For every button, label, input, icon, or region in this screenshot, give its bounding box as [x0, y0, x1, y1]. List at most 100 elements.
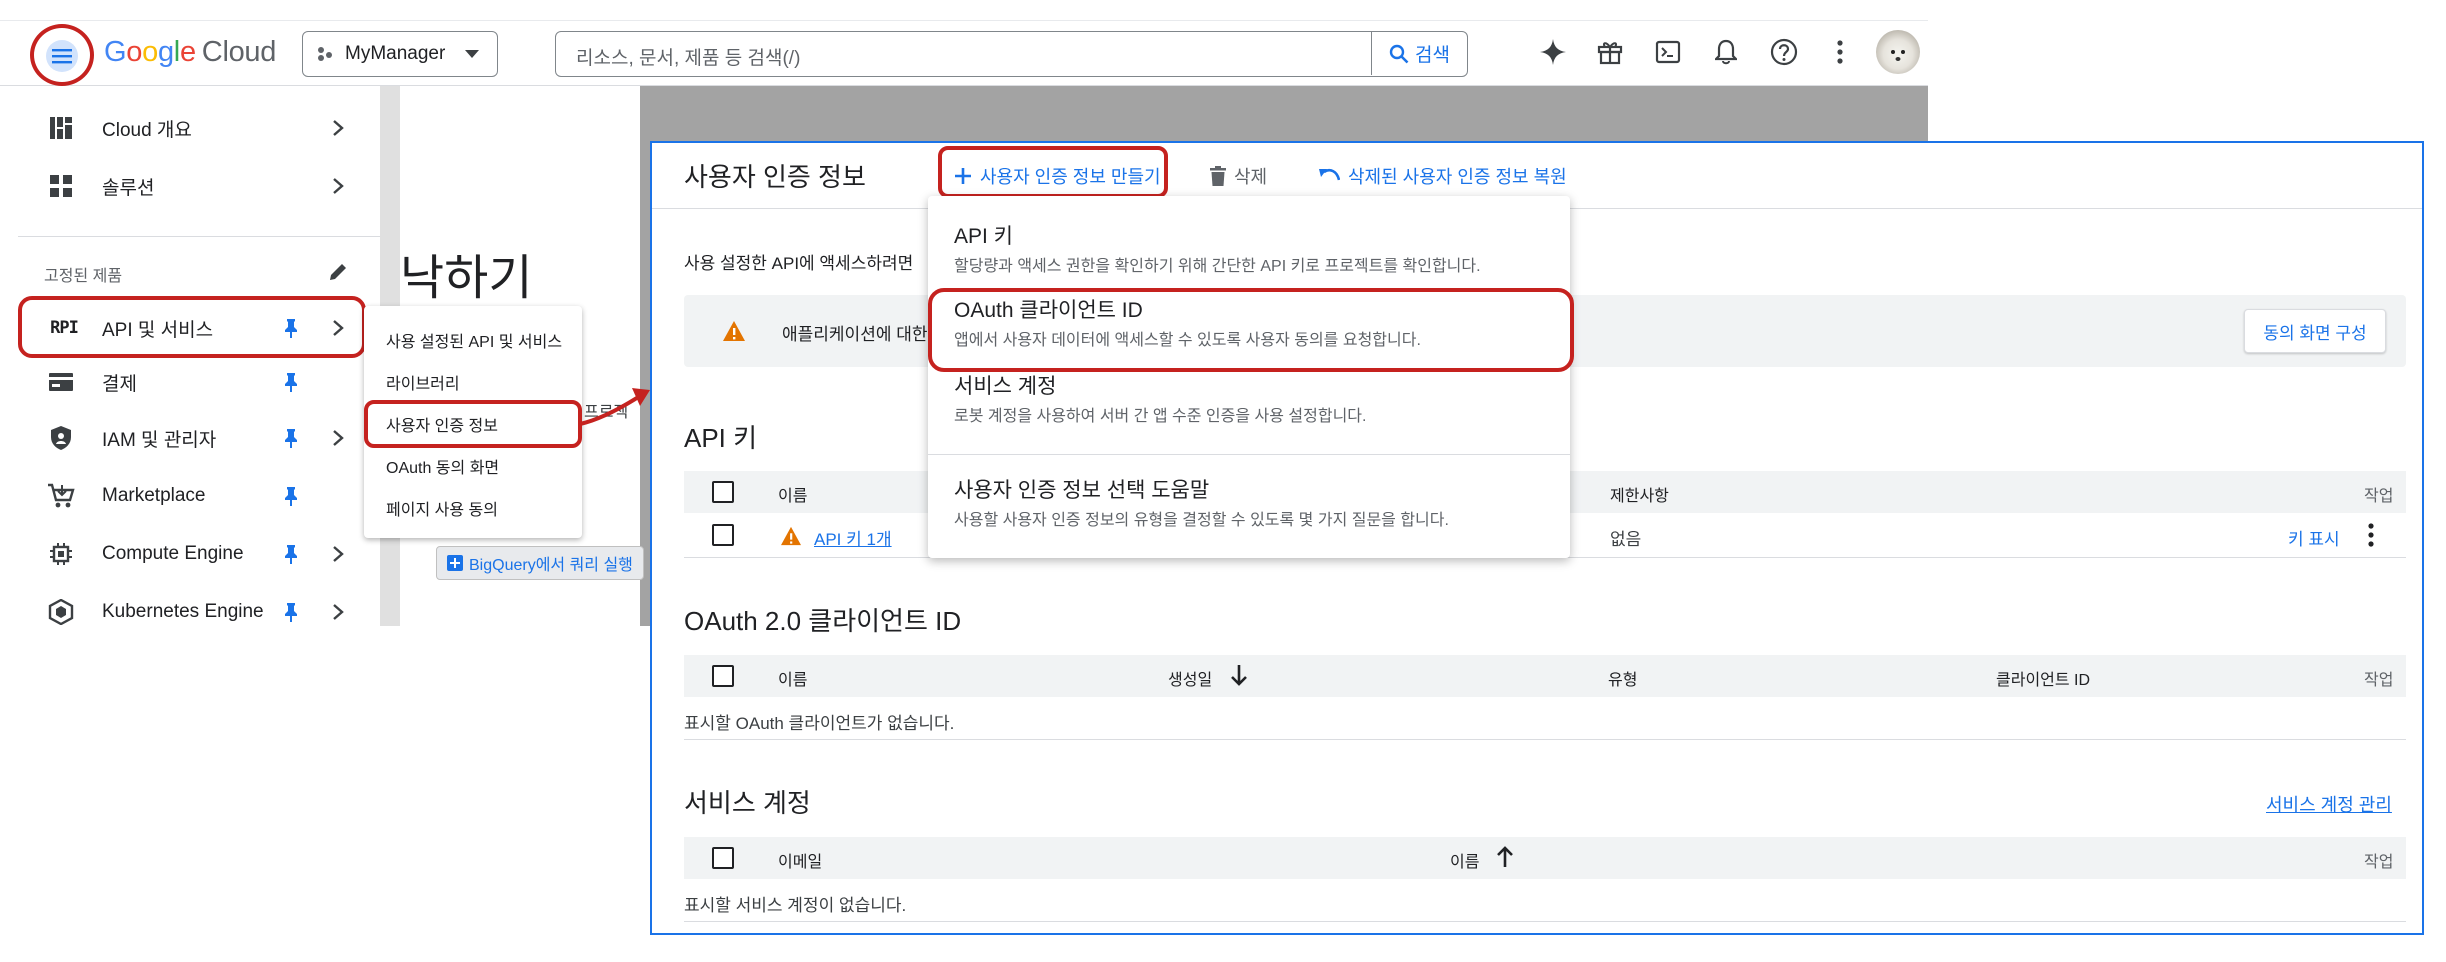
plus-box-icon [447, 555, 463, 571]
submenu-item-page-usage-agreement[interactable]: 페이지 사용 동의 [386, 496, 498, 520]
gemini-sparkle-icon[interactable] [1535, 34, 1571, 70]
shield-icon [46, 423, 76, 453]
menu-item-help-me-choose[interactable]: 사용자 인증 정보 선택 도움말 사용할 사용자 인증 정보의 유형을 결정할 … [928, 462, 1570, 542]
search-icon [1389, 44, 1409, 63]
column-header-actions: 작업 [2364, 488, 2394, 505]
restore-label: 삭제된 사용자 인증 정보 복원 [1348, 167, 1567, 187]
cart-icon [46, 481, 76, 511]
api-key-link[interactable]: API 키 1개 [814, 525, 892, 550]
pin-icon[interactable] [283, 372, 299, 392]
chevron-right-icon [333, 320, 344, 336]
menu-item-api-key[interactable]: API 키 할당량과 액세스 권한을 확인하기 위해 간단한 API 키로 프로… [928, 206, 1570, 282]
menu-item-service-account[interactable]: 서비스 계정 로봇 계정을 사용하여 서버 간 앱 수준 인증을 사용 설정합니… [928, 362, 1570, 438]
menu-divider [928, 454, 1570, 455]
intro-text: 사용 설정한 API에 액세스하려면 [684, 254, 914, 273]
bigquery-button[interactable]: BigQuery에서 쿼리 실행 [436, 546, 644, 580]
search-button[interactable]: 검색 [1371, 32, 1467, 75]
sidebar-item-label: Cloud 개요 [102, 119, 192, 141]
sidebar-item-kubernetes-engine[interactable]: Kubernetes Engine [0, 584, 380, 640]
api-keys-select-all-checkbox[interactable] [712, 481, 734, 503]
pin-icon[interactable] [283, 602, 299, 622]
billing-card-icon [46, 367, 76, 397]
google-cloud-logo[interactable]: Google Cloud [104, 36, 276, 69]
pinned-products-title: 고정된 제품 [44, 268, 123, 285]
pin-icon[interactable] [283, 544, 299, 564]
menu-item-title: API 키 [954, 225, 1014, 248]
column-header-actions: 작업 [2364, 672, 2394, 689]
restore-deleted-button[interactable]: 삭제된 사용자 인증 정보 복원 [1318, 155, 1567, 197]
column-header-created[interactable]: 생성일 [1168, 666, 1212, 690]
service-accounts-header-row [684, 837, 2406, 879]
delete-button[interactable]: 삭제 [1210, 155, 1267, 197]
sidebar-item-billing[interactable]: 결제 [0, 354, 380, 410]
background-heading: 낙하기 [400, 252, 533, 305]
sidebar-item-api-services[interactable]: RPI API 및 서비스 [0, 300, 380, 356]
hamburger-menu-icon[interactable] [46, 40, 78, 72]
column-header-restrictions[interactable]: 제한사항 [1610, 482, 1669, 506]
configure-consent-button[interactable]: 동의 화면 구성 [2244, 309, 2386, 353]
caret-down-icon [465, 50, 480, 58]
service-accounts-select-all-checkbox[interactable] [712, 847, 734, 869]
manage-service-accounts-link[interactable]: 서비스 계정 관리 [2266, 791, 2392, 817]
column-header-name[interactable]: 이름 [1450, 848, 1479, 872]
pin-icon[interactable] [283, 318, 299, 338]
page-title: 사용자 인증 정보 [684, 162, 866, 192]
submenu-item-enabled-apis[interactable]: 사용 설정된 API 및 서비스 [386, 328, 562, 352]
row-checkbox[interactable] [712, 524, 734, 546]
pin-icon[interactable] [283, 428, 299, 448]
sidebar-item-label: IAM 및 관리자 [102, 429, 217, 451]
create-credentials-highlight [938, 146, 1168, 198]
column-header-name[interactable]: 이름 [778, 666, 807, 690]
bigquery-button-label: BigQuery에서 쿼리 실행 [469, 557, 633, 574]
oauth-select-all-checkbox[interactable] [712, 665, 734, 687]
submenu-item-library[interactable]: 라이브러리 [386, 370, 460, 394]
warning-text: 애플리케이션에 대한 [782, 325, 928, 344]
project-dots-icon [318, 47, 332, 61]
chevron-right-icon [333, 546, 344, 562]
column-header-email[interactable]: 이메일 [778, 848, 822, 872]
sidebar-item-label: Marketplace [102, 485, 206, 506]
sidebar-item-label: Compute Engine [102, 543, 244, 564]
edit-pencil-icon[interactable] [328, 262, 350, 284]
submenu-item-oauth-consent[interactable]: OAuth 동의 화면 [386, 454, 499, 478]
project-picker[interactable]: MyManager [302, 31, 498, 77]
column-header-client-id[interactable]: 클라이언트 ID [1996, 666, 2090, 690]
sidebar-item-label: Kubernetes Engine [102, 601, 264, 622]
project-name: MyManager [345, 43, 446, 64]
column-header-name[interactable]: 이름 [778, 482, 807, 506]
search-box[interactable]: 리소스, 문서, 제품 등 검색(/) 검색 [555, 31, 1468, 77]
credentials-submenu-highlight [364, 400, 582, 448]
connector-arrow [579, 388, 650, 426]
row-more-vert-icon[interactable] [2368, 523, 2388, 549]
sort-arrow-down-icon[interactable] [1230, 664, 1248, 686]
more-vert-icon[interactable] [1822, 34, 1858, 70]
sidebar-item-label: 결제 [102, 373, 137, 395]
column-header-type[interactable]: 유형 [1608, 666, 1637, 690]
trash-icon [1210, 166, 1226, 186]
sidebar-divider [18, 236, 380, 237]
cloud-shell-icon[interactable] [1650, 34, 1686, 70]
sidebar-item-solutions[interactable]: 솔루션 [0, 158, 380, 214]
search-placeholder: 리소스, 문서, 제품 등 검색(/) [576, 48, 801, 69]
sort-arrow-up-icon[interactable] [1496, 846, 1514, 868]
service-accounts-title: 서비스 계정 [684, 788, 811, 818]
sidebar-item-compute-engine[interactable]: Compute Engine [0, 526, 380, 582]
row-divider [684, 739, 2406, 740]
show-key-link[interactable]: 키 표시 [2288, 525, 2340, 550]
sidebar-item-marketplace[interactable]: Marketplace [0, 468, 380, 524]
create-credentials-menu: API 키 할당량과 액세스 권한을 확인하기 위해 간단한 API 키로 프로… [928, 196, 1570, 558]
kubernetes-icon [46, 597, 76, 627]
help-icon[interactable] [1766, 34, 1802, 70]
pin-icon[interactable] [283, 486, 299, 506]
sidebar-item-cloud-overview[interactable]: Cloud 개요 [0, 100, 380, 156]
menu-item-title: 서비스 계정 [954, 375, 1057, 398]
sidebar-item-label: 솔루션 [102, 177, 155, 199]
oauth-empty-message: 표시할 OAuth 클라이언트가 없습니다. [684, 714, 955, 733]
row-divider [684, 921, 2406, 922]
notifications-bell-icon[interactable] [1708, 34, 1744, 70]
user-avatar[interactable] [1876, 30, 1920, 74]
gift-icon[interactable] [1592, 34, 1628, 70]
oauth-header-row [684, 655, 2406, 697]
sidebar-item-iam[interactable]: IAM 및 관리자 [0, 410, 380, 466]
chevron-right-icon [333, 604, 344, 620]
